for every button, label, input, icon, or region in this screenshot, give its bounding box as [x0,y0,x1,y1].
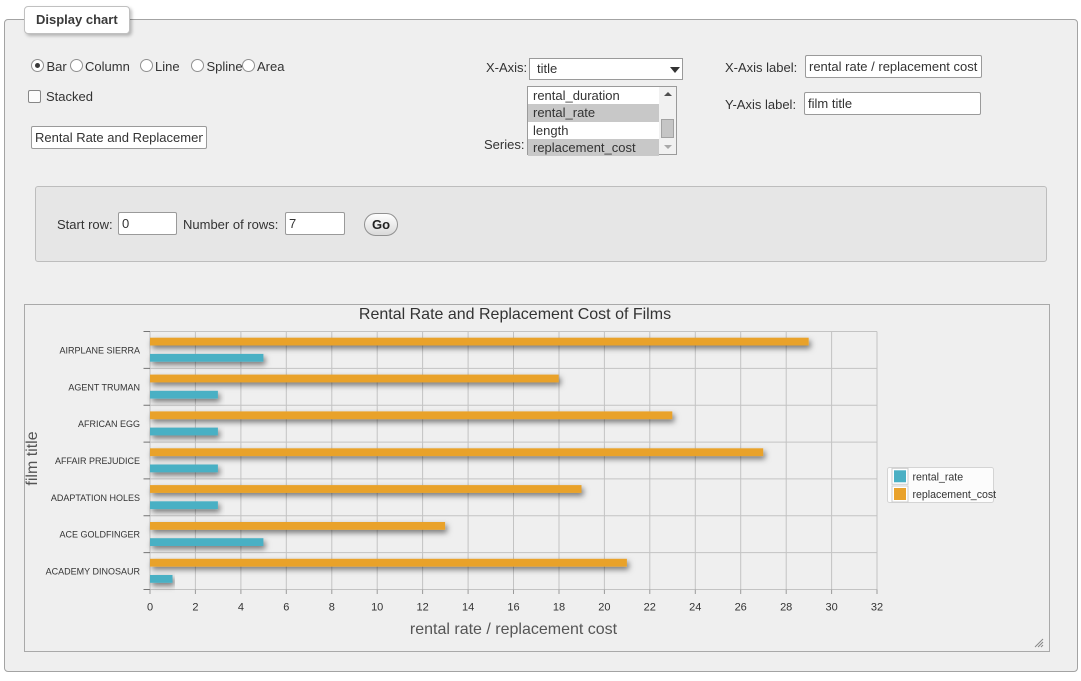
svg-text:20: 20 [598,602,610,614]
svg-text:24: 24 [689,602,701,614]
svg-text:18: 18 [553,602,565,614]
svg-text:30: 30 [825,602,837,614]
svg-text:ACADEMY DINOSAUR: ACADEMY DINOSAUR [46,567,141,577]
svg-text:32: 32 [871,602,883,614]
svg-text:rental rate / replacement cost: rental rate / replacement cost [410,621,618,638]
svg-text:2: 2 [192,602,198,614]
svg-text:AFRICAN EGG: AFRICAN EGG [78,419,140,429]
svg-text:6: 6 [283,602,289,614]
svg-text:film title: film title [25,431,41,485]
svg-text:12: 12 [416,602,428,614]
svg-text:AGENT TRUMAN: AGENT TRUMAN [68,382,140,392]
svg-text:26: 26 [735,602,747,614]
svg-text:10: 10 [371,602,383,614]
svg-text:ADAPTATION HOLES: ADAPTATION HOLES [51,493,140,503]
svg-text:8: 8 [329,602,335,614]
svg-text:22: 22 [644,602,656,614]
svg-text:28: 28 [780,602,792,614]
svg-text:Rental Rate and Replacement Co: Rental Rate and Replacement Cost of Film… [359,306,671,323]
svg-text:AIRPLANE SIERRA: AIRPLANE SIERRA [59,345,140,355]
svg-text:replacement_cost: replacement_cost [913,489,997,501]
svg-text:16: 16 [507,602,519,614]
svg-text:ACE GOLDFINGER: ACE GOLDFINGER [59,530,140,540]
svg-text:AFFAIR PREJUDICE: AFFAIR PREJUDICE [55,456,140,466]
svg-text:4: 4 [238,602,244,614]
svg-text:14: 14 [462,602,474,614]
svg-text:0: 0 [147,602,153,614]
svg-text:rental_rate: rental_rate [913,471,964,483]
